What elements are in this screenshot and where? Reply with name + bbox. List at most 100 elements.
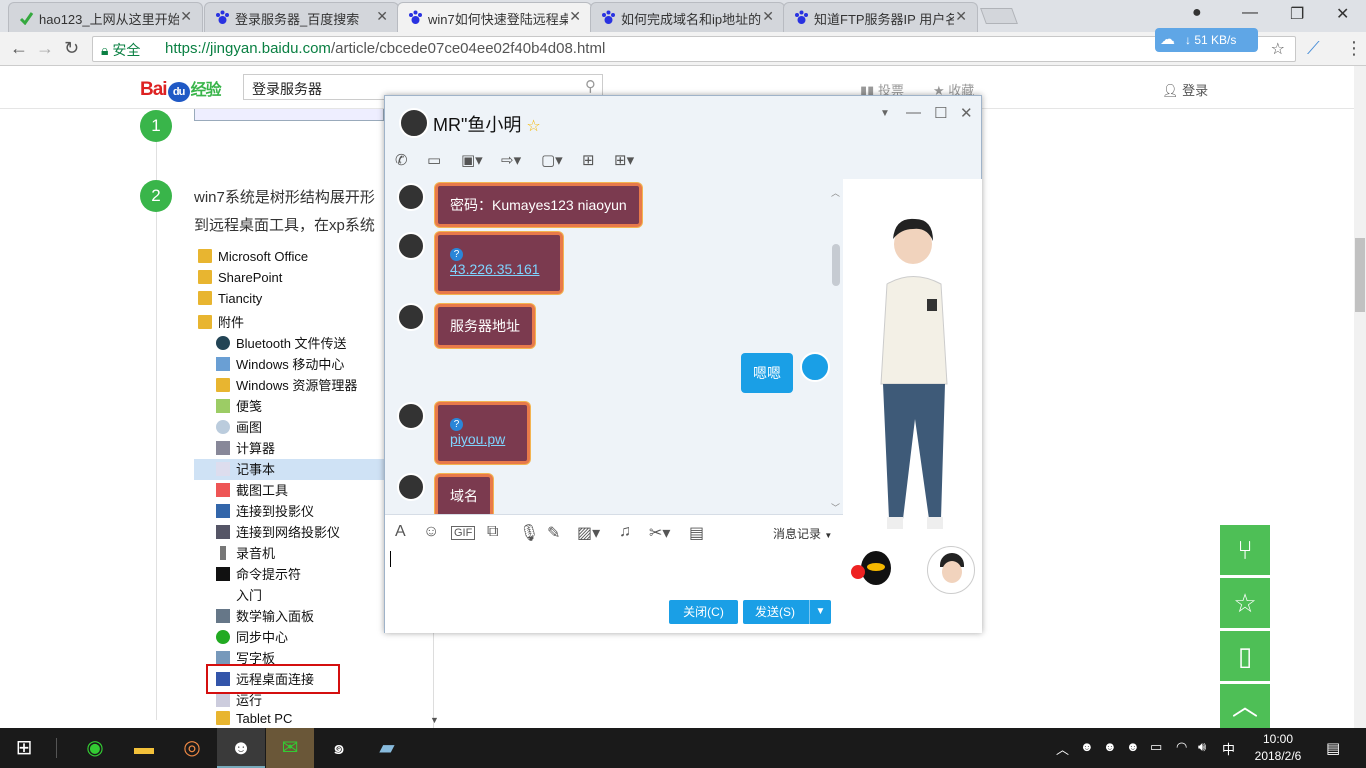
tab-ftp[interactable]: 知道FTP服务器IP 用户名 ✕ (783, 2, 978, 32)
microphone-icon[interactable]: 🎙︎ (519, 523, 539, 543)
minimize-icon[interactable]: — (906, 104, 921, 121)
message-link[interactable]: 43.226.35.161 (450, 261, 540, 277)
tab-domain-ip[interactable]: 如何完成域名和ip地址的 ✕ (590, 2, 785, 32)
volume-icon[interactable]: 🔊︎ (1198, 739, 1206, 755)
emoji-icon[interactable]: ☺ (423, 523, 439, 541)
taskbar-clock[interactable]: 10:00 2018/2/6 (1248, 731, 1308, 765)
forward-icon[interactable]: → (36, 38, 54, 59)
tray-expand-icon[interactable]: ︿ (1056, 739, 1069, 758)
tray-qq-icon[interactable]: ☻ (1103, 739, 1117, 754)
scroll-down-icon[interactable]: ﹀ (831, 501, 840, 514)
bookmark-button[interactable]: ▯ (1220, 631, 1270, 681)
contact-avatar[interactable] (399, 108, 429, 138)
pen-icon[interactable]: ✎ (547, 523, 560, 543)
file-explorer-icon: ▬ (134, 737, 154, 759)
bookmark-star-icon[interactable]: ☆ (1271, 39, 1285, 59)
qq-penguin-logo[interactable] (851, 551, 895, 587)
dropdown-icon[interactable]: ▼ (880, 108, 890, 119)
screen-share-icon[interactable]: ▣▾ (461, 151, 483, 169)
invite-icon[interactable]: ⊞ (582, 151, 595, 169)
secure-indicator[interactable]: 🔒︎ 安全 (101, 40, 140, 60)
message-history-button[interactable]: 消息记录 ▼ (773, 525, 832, 542)
profile-icon[interactable]: ● (1192, 4, 1202, 22)
file-transfer-icon[interactable]: ⇨▾ (501, 151, 521, 169)
video-call-icon[interactable]: ▭ (427, 151, 441, 169)
font-icon[interactable]: A (395, 523, 406, 541)
message-bubble[interactable]: ?43.226.35.161 (435, 232, 563, 294)
voice-call-icon[interactable]: ✆ (395, 151, 408, 169)
remote-assist-icon[interactable]: ▢▾ (541, 151, 563, 169)
extension-icon[interactable]: ⟋ (1307, 38, 1320, 59)
maximize-icon[interactable]: ☐ (934, 104, 947, 122)
action-center-icon[interactable]: ▤ (1326, 739, 1340, 757)
scroll-up-icon[interactable]: ︿ (831, 186, 840, 199)
download-speed-widget[interactable]: ☁ ↓ 51 KB/s (1155, 28, 1258, 52)
close-tab-icon[interactable]: ✕ (569, 8, 581, 25)
page-scrollbar-thumb[interactable] (1355, 238, 1365, 312)
start-button[interactable]: ⊞ (0, 728, 48, 768)
explorer-icon (216, 378, 230, 392)
page-scrollbar[interactable] (1354, 66, 1366, 728)
chat-scroll-thumb[interactable] (832, 244, 840, 286)
close-chat-button[interactable]: 关闭(C) (669, 600, 738, 624)
close-tab-icon[interactable]: ✕ (955, 8, 967, 25)
taskbar-app-qq[interactable]: ☻ (217, 728, 265, 768)
clock-date: 2018/2/6 (1254, 749, 1302, 763)
taskbar-app-media[interactable]: ๑ (315, 728, 363, 768)
tab-win7-remote[interactable]: win7如何快速登陆远程桌 ✕ (397, 2, 592, 33)
send-options-icon[interactable]: ▼ (809, 600, 831, 624)
wifi-icon[interactable]: ◠ (1176, 739, 1187, 755)
list-item: Tiancity (198, 291, 262, 312)
back-to-top-button[interactable]: ︿ (1220, 684, 1270, 728)
minimize-icon[interactable]: — (1242, 4, 1258, 22)
list-item: 便笺 (216, 396, 262, 417)
close-tab-icon[interactable]: ✕ (762, 8, 774, 25)
baidu-jingyan-logo[interactable]: Bai du 经验 (140, 76, 222, 102)
qq-show-avatar-thumb[interactable] (927, 546, 975, 594)
login-link[interactable]: 👤︎ 登录 (1162, 80, 1208, 99)
favorite-button[interactable]: ☆ (1220, 578, 1270, 628)
music-icon[interactable]: ♫ (619, 523, 631, 541)
more-tools-icon[interactable]: ▤ (689, 523, 704, 543)
battery-icon[interactable]: ▭ (1150, 739, 1162, 755)
message-bubble[interactable]: 密码：Kumayes123 niaoyun (435, 183, 642, 227)
close-window-icon[interactable]: ✕ (1336, 4, 1349, 24)
taskbar-app-notebook[interactable]: ▰ (363, 728, 411, 768)
scissors-icon[interactable]: ✂▾ (649, 523, 670, 543)
new-tab-button[interactable] (980, 8, 1018, 24)
screen-capture-icon[interactable]: ⧉ (487, 523, 498, 541)
taskbar-app-chrome[interactable]: ◎ (168, 728, 216, 768)
image-icon[interactable]: ▨▾ (577, 523, 600, 543)
menu-icon[interactable]: ⋮ (1345, 38, 1363, 59)
message-bubble[interactable]: ?piyou.pw (435, 402, 530, 464)
message-link[interactable]: piyou.pw (450, 431, 505, 447)
chat-scrollbar[interactable]: ︿ ﹀ (831, 186, 841, 514)
address-bar[interactable]: 🔒︎ 安全 https://jingyan.baidu.com/article/… (92, 36, 1296, 62)
close-tab-icon[interactable]: ✕ (180, 8, 192, 25)
thumb-face (942, 561, 962, 583)
share-button[interactable]: ⑂ (1220, 525, 1270, 575)
contact-name[interactable]: MR"鱼小明 (433, 115, 521, 135)
restore-icon[interactable]: ❐ (1290, 4, 1304, 24)
my-message-bubble[interactable]: 嗯嗯 (741, 353, 793, 393)
tab-baidu-search[interactable]: 登录服务器_百度搜索 ✕ (204, 2, 399, 32)
tray-qq-icon[interactable]: ☻ (1080, 739, 1094, 754)
ime-indicator[interactable]: 中 (1222, 739, 1235, 758)
taskbar-app-explorer[interactable]: ▬ (120, 728, 168, 768)
send-button[interactable]: 发送(S) ▼ (743, 600, 831, 624)
taskbar-app-wechat[interactable]: ✉ (266, 728, 314, 768)
message-input-area[interactable]: A ☺ GIF ⧉ 🎙︎ ✎ ▨▾ ♫ ✂▾ ▤ 消息记录 ▼ 关闭(C) 发送… (385, 514, 843, 633)
message-bubble[interactable]: 域名 (435, 474, 493, 514)
search-icon[interactable]: ⚲ (585, 77, 596, 95)
back-icon[interactable]: ← (10, 38, 28, 59)
message-bubble[interactable]: 服务器地址 (435, 304, 535, 348)
tab-hao123[interactable]: hao123_上网从这里开始 ✕ (8, 2, 203, 32)
apps-icon[interactable]: ⊞▾ (614, 151, 634, 169)
close-tab-icon[interactable]: ✕ (376, 8, 388, 25)
gif-icon[interactable]: GIF (451, 526, 476, 540)
chat-message-area[interactable]: 密码：Kumayes123 niaoyun ?43.226.35.161 服务器… (385, 180, 843, 514)
close-icon[interactable]: ✕ (960, 104, 973, 122)
reload-icon[interactable]: ↻ (64, 38, 79, 59)
tray-qq-icon[interactable]: ☻ (1126, 739, 1140, 754)
taskbar-app-360[interactable]: ◉ (71, 728, 119, 768)
